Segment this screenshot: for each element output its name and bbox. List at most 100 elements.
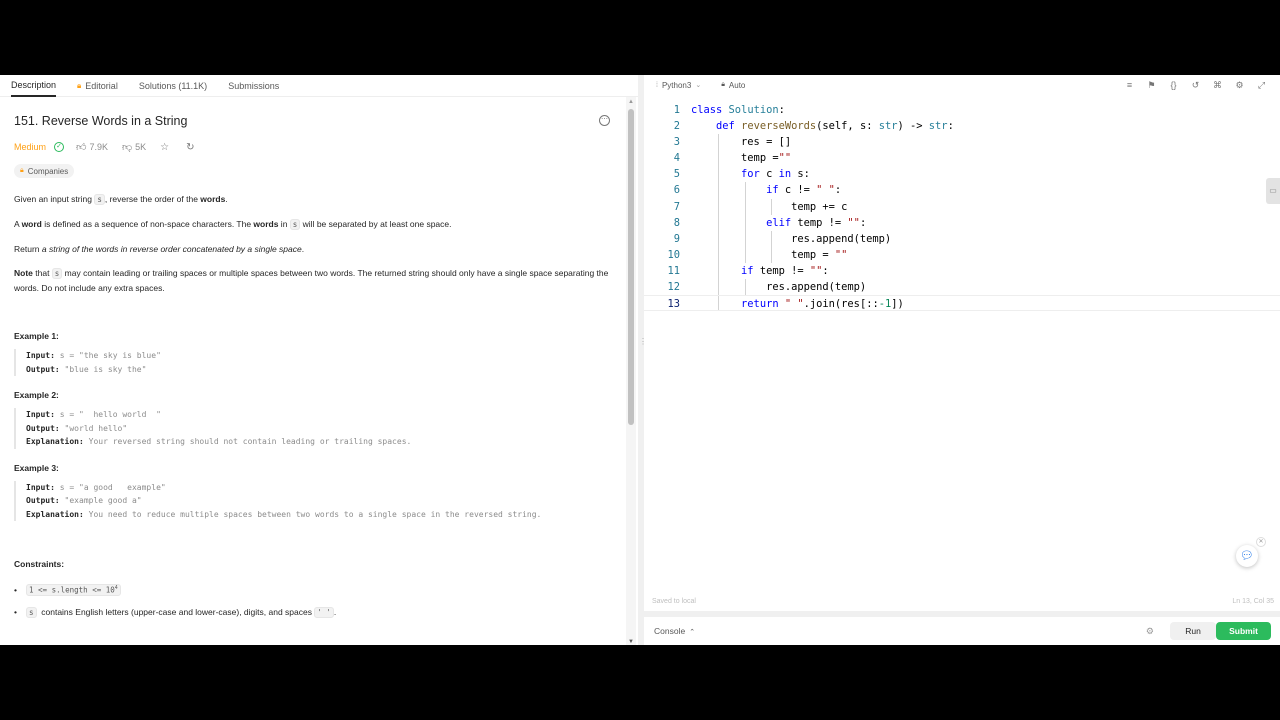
share-icon: ↻: [186, 141, 195, 153]
line-number: 5: [673, 168, 680, 181]
tab-editorial[interactable]: 🔒︎ Editorial: [77, 75, 118, 97]
console-toggle[interactable]: Console ⌃: [654, 626, 695, 636]
code-text: res.append(temp): [691, 231, 891, 247]
code-fragment: (self, s:: [816, 120, 879, 133]
example-2-title: Example 2:: [14, 390, 59, 400]
shortcut-icon[interactable]: ⌘: [1211, 79, 1224, 91]
tab-solutions-label: Solutions (11.1K): [138, 80, 208, 91]
input-label: Input:: [26, 351, 55, 360]
code-text: return " ".join(res[::-1]): [691, 296, 904, 312]
keyword: for: [741, 168, 760, 181]
refresh-button[interactable]: ↻: [186, 142, 197, 153]
description-scrollbar[interactable]: ▲ ▼: [626, 97, 636, 645]
code-text: for c in s:: [691, 166, 810, 182]
code-text: def reverseWords(self, s: str) -> str:: [691, 118, 954, 134]
line-number: 11: [667, 264, 680, 277]
bookmark-icon[interactable]: ⚑: [1145, 79, 1158, 91]
companies-tag[interactable]: 🔒︎ Companies: [14, 164, 75, 178]
list-item: s contains English letters (upper-case a…: [14, 601, 612, 623]
fullscreen-icon[interactable]: ⤢: [1255, 79, 1268, 91]
line-number: 2: [673, 120, 680, 133]
problem-content: 151. Reverse Words in a String ⋯ Medium …: [0, 97, 626, 645]
constraints-title: Constraints:: [14, 559, 65, 569]
code-fragment: res.append(temp): [791, 232, 892, 245]
chat-assistant-button[interactable]: 💬︎: [1236, 545, 1258, 567]
constraints-list: 1 <= s.length <= 104 s contains English …: [14, 579, 612, 623]
companies-label: Companies: [27, 166, 69, 176]
constraint-code: 1 <= s.length <= 10: [29, 585, 115, 595]
bold-text: words: [253, 219, 279, 229]
cursor-position: Ln 13, Col 35: [1232, 598, 1274, 605]
braces-icon[interactable]: {}: [1167, 79, 1180, 91]
star-icon: ☆: [160, 141, 170, 153]
run-button[interactable]: Run: [1170, 622, 1216, 640]
settings-icon[interactable]: ⚙: [1233, 79, 1246, 91]
example-3-block: Input: s = "a good example" Output: "exa…: [14, 480, 612, 521]
inline-code: ' ': [314, 606, 334, 618]
language-selector[interactable]: ⁞ Python3 ⌄: [656, 81, 701, 90]
code-line-current: 13 return " ".join(res[::-1]): [644, 295, 1280, 312]
tab-solutions[interactable]: Solutions (11.1K): [139, 75, 207, 97]
line-number: 1: [673, 104, 680, 116]
lock-icon: 🔒︎: [20, 167, 24, 174]
line-number: 13: [667, 298, 680, 311]
code-fragment: temp =: [741, 152, 779, 165]
code-text: if temp != "":: [691, 263, 829, 279]
scroll-up-icon[interactable]: ▲: [628, 99, 634, 105]
scroll-down-icon[interactable]: ▼: [628, 639, 634, 645]
submit-button[interactable]: Submit: [1216, 622, 1271, 640]
keyword: elif: [766, 216, 792, 229]
class-name: Solution: [728, 104, 779, 116]
keyword: if: [741, 264, 754, 277]
side-panel-tab[interactable]: ▭: [1266, 178, 1280, 204]
code-text: res = []: [691, 134, 791, 150]
dislike-count: 5K: [135, 142, 147, 152]
favorite-button[interactable]: ☆: [160, 142, 172, 153]
scrollbar-thumb[interactable]: [628, 109, 634, 425]
text: is defined as a sequence of non-space ch…: [41, 219, 254, 229]
reset-icon[interactable]: ↺: [1189, 79, 1202, 91]
line-number: 12: [667, 281, 680, 294]
format-icon[interactable]: ≡: [1123, 79, 1136, 91]
example-explanation: Your reversed string should not contain …: [88, 437, 412, 446]
code-fragment: c !=: [778, 184, 817, 197]
bug-icon[interactable]: ⚙: [1146, 626, 1154, 637]
tab-description[interactable]: Description: [11, 75, 57, 97]
text: Return: [14, 244, 42, 254]
close-icon[interactable]: ✕: [1256, 537, 1266, 547]
code-fragment: ]): [891, 298, 904, 311]
problem-meta: Medium ✓ 👍︎ 7.9K 👎︎ 5K ☆ ↻: [14, 140, 612, 154]
like-button[interactable]: 👍︎ 7.9K: [76, 141, 108, 153]
code-text: elif temp != "":: [691, 215, 866, 231]
text: in: [278, 219, 290, 229]
code-line: 3 res = []: [644, 134, 1280, 150]
code-fragment: temp += c: [791, 200, 848, 213]
example-output: "blue is sky the": [64, 364, 147, 374]
code-fragment: temp !=: [753, 264, 810, 277]
code-line: 2 def reverseWords(self, s: str) -> str:: [644, 118, 1280, 134]
code-line: 12 res.append(temp): [644, 279, 1280, 295]
auto-mode-toggle[interactable]: 🔒︎ Auto: [721, 81, 745, 90]
code-area[interactable]: 1 class Solution: 2 def reverseWords(self…: [644, 102, 1280, 312]
leetcode-app: Description 🔒︎ Editorial Solutions (11.1K…: [0, 75, 1280, 645]
code-fragment: s:: [791, 168, 810, 181]
code-text: if c != " ":: [691, 182, 841, 198]
save-status: Saved to local: [652, 598, 696, 605]
example-explanation: You need to reduce multiple spaces betwe…: [88, 509, 542, 519]
tab-submissions[interactable]: Submissions: [228, 75, 279, 97]
number-literal: -1: [878, 298, 892, 311]
code-fragment: temp !=: [791, 216, 848, 229]
line-number: 4: [673, 152, 680, 165]
text: may contain leading or trailing spaces o…: [14, 268, 609, 293]
problem-title[interactable]: 151. Reverse Words in a String: [14, 114, 612, 130]
keyword: if: [766, 184, 779, 197]
type-name: str: [928, 120, 948, 133]
description-paragraph-1: Given an input string s, reverse the ord…: [14, 192, 612, 207]
code-text: temp += c: [691, 199, 847, 215]
code-fragment: res = []: [741, 136, 792, 149]
text: that: [32, 268, 52, 278]
function-name: reverseWords: [741, 120, 817, 133]
example-input-row: Input: s = "a good example": [26, 481, 612, 495]
more-options-icon[interactable]: ⋯: [599, 115, 610, 126]
dislike-button[interactable]: 👎︎ 5K: [122, 141, 146, 153]
